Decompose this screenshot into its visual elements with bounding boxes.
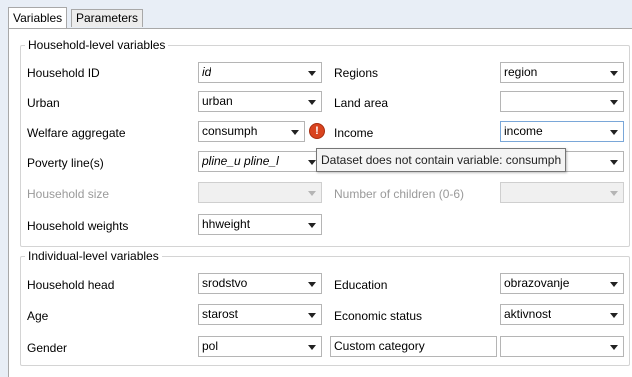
- household-id-combo[interactable]: id: [198, 62, 322, 83]
- gender-value: pol: [202, 339, 219, 353]
- tab-panel: Household-level variables Household ID i…: [8, 28, 632, 377]
- education-combo[interactable]: obrazovanje: [500, 273, 624, 294]
- household-weights-value: hhweight: [202, 217, 251, 231]
- household-id-value: id: [202, 65, 212, 79]
- economic-status-label: Economic status: [334, 309, 423, 323]
- chevron-down-icon: [308, 313, 316, 318]
- chevron-down-icon: [308, 71, 316, 76]
- household-group: Household-level variables Household ID i…: [20, 38, 630, 247]
- chevron-down-icon: [308, 191, 316, 196]
- custom-category-input[interactable]: Custom category: [330, 336, 497, 357]
- custom-category-combo[interactable]: [500, 336, 624, 357]
- chevron-down-icon: [610, 313, 618, 318]
- error-icon[interactable]: !: [309, 123, 325, 139]
- land-area-combo[interactable]: [500, 91, 624, 112]
- chevron-down-icon: [308, 345, 316, 350]
- chevron-down-icon: [308, 100, 316, 105]
- poverty-line-value: pline_u pline_l: [202, 154, 279, 168]
- regions-value: region: [504, 65, 538, 79]
- income-value: income: [504, 124, 543, 138]
- income-combo[interactable]: income: [500, 121, 624, 142]
- poverty-line-combo[interactable]: pline_u pline_l: [198, 151, 322, 172]
- welfare-aggregate-value: consumph: [202, 124, 258, 138]
- custom-category-value: Custom category: [334, 339, 425, 353]
- household-head-combo[interactable]: srodstvo: [198, 273, 322, 294]
- education-label: Education: [334, 278, 388, 292]
- education-value: obrazovanje: [504, 276, 570, 290]
- gender-label: Gender: [27, 341, 68, 355]
- individual-group: Individual-level variables Household hea…: [20, 249, 630, 366]
- household-head-value: srodstvo: [202, 276, 248, 290]
- urban-combo[interactable]: urban: [198, 91, 322, 112]
- regions-combo[interactable]: region: [500, 62, 624, 83]
- welfare-aggregate-label: Welfare aggregate: [27, 126, 126, 140]
- chevron-down-icon: [308, 160, 316, 165]
- individual-group-title: Individual-level variables: [25, 249, 162, 263]
- chevron-down-icon: [610, 71, 618, 76]
- household-group-title: Household-level variables: [25, 38, 169, 52]
- age-label: Age: [27, 309, 49, 323]
- gender-combo[interactable]: pol: [198, 336, 322, 357]
- economic-status-value: aktivnost: [504, 307, 552, 321]
- chevron-down-icon: [610, 191, 618, 196]
- regions-label: Regions: [334, 66, 379, 80]
- chevron-down-icon: [308, 282, 316, 287]
- poverty-line-label: Poverty line(s): [27, 156, 104, 170]
- land-area-label: Land area: [334, 96, 389, 110]
- chevron-down-icon: [610, 345, 618, 350]
- chevron-down-icon: [610, 160, 618, 165]
- household-weights-combo[interactable]: hhweight: [198, 214, 322, 235]
- income-label: Income: [334, 126, 374, 140]
- children-label: Number of children (0-6): [334, 187, 465, 201]
- error-tooltip: Dataset does not contain variable: consu…: [316, 148, 567, 172]
- urban-label: Urban: [27, 96, 60, 110]
- chevron-down-icon: [610, 130, 618, 135]
- tab-parameters[interactable]: Parameters: [71, 9, 144, 27]
- children-combo[interactable]: [500, 182, 624, 203]
- chevron-down-icon: [610, 100, 618, 105]
- household-size-label: Household size: [27, 187, 110, 201]
- economic-status-combo[interactable]: aktivnost: [500, 304, 624, 325]
- chevron-down-icon: [308, 223, 316, 228]
- chevron-down-icon: [610, 282, 618, 287]
- chevron-down-icon: [291, 130, 299, 135]
- age-combo[interactable]: starost: [198, 304, 322, 325]
- tab-variables[interactable]: Variables: [8, 7, 68, 28]
- welfare-aggregate-combo[interactable]: consumph: [198, 121, 305, 142]
- household-id-label: Household ID: [27, 66, 100, 80]
- household-weights-label: Household weights: [27, 219, 129, 233]
- household-size-combo[interactable]: [198, 182, 322, 203]
- household-head-label: Household head: [27, 278, 115, 292]
- age-value: starost: [202, 307, 239, 321]
- urban-value: urban: [202, 94, 233, 108]
